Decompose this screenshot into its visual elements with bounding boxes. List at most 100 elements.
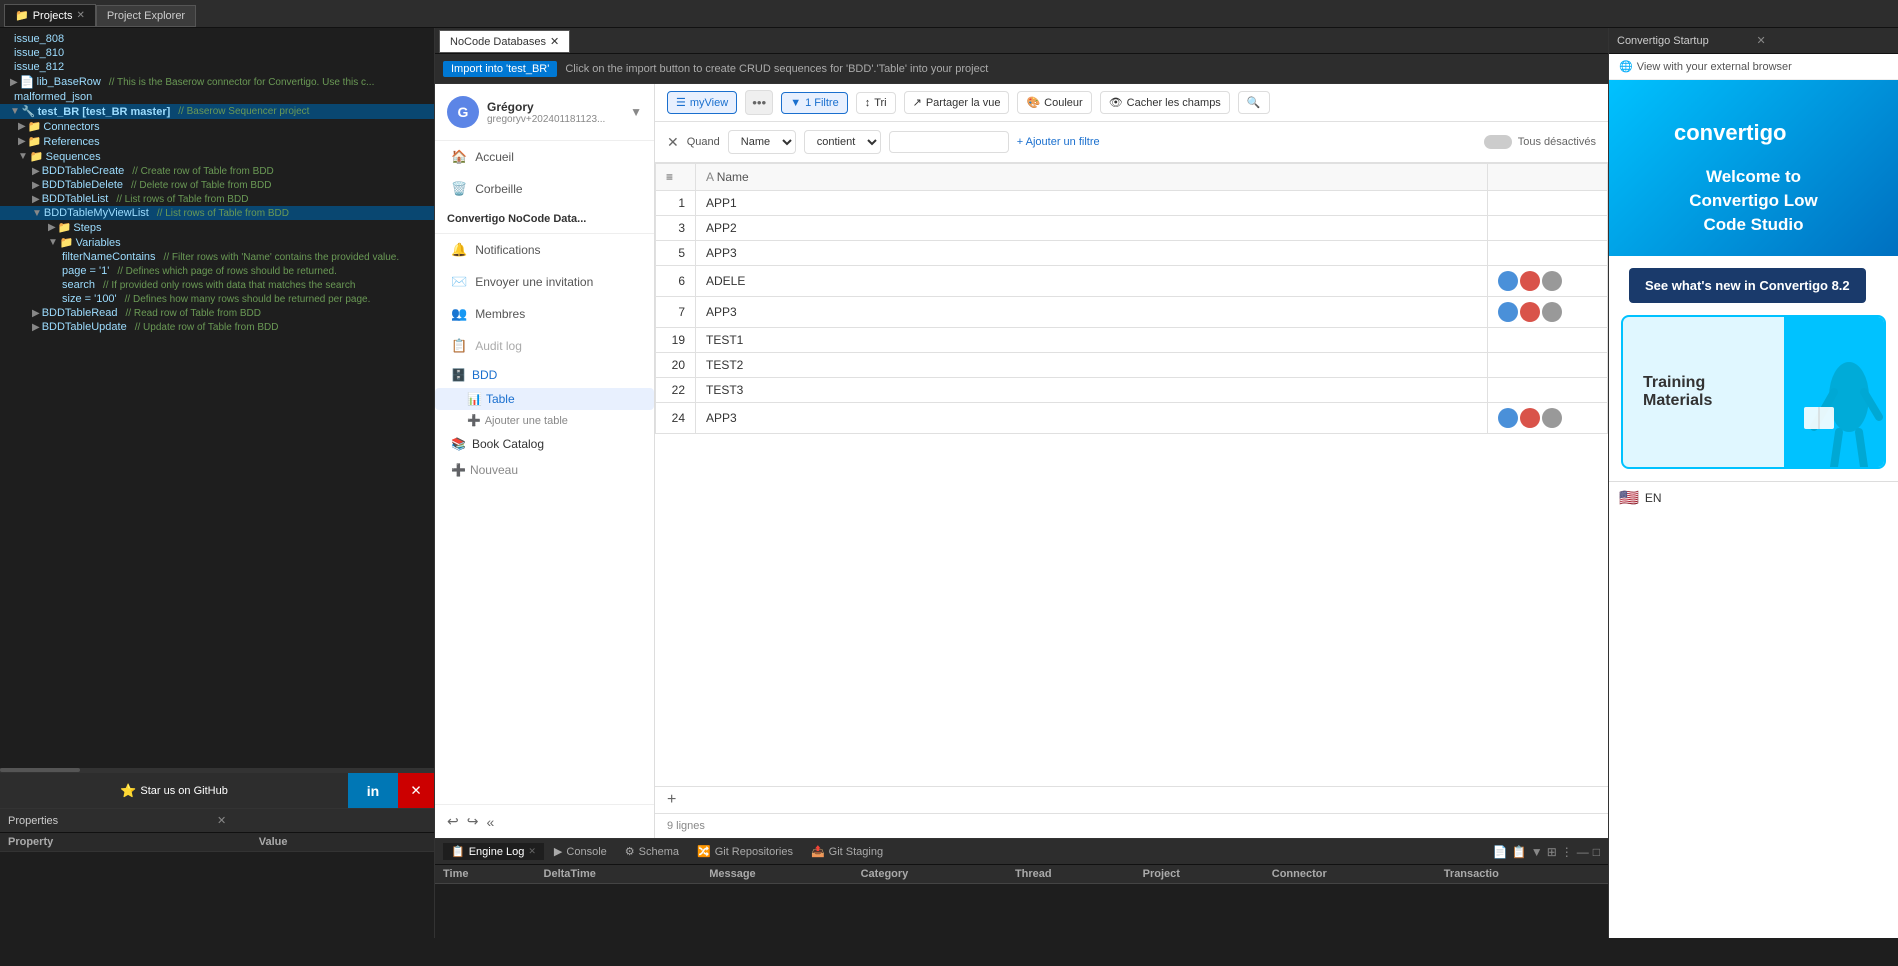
table-row[interactable]: 20TEST2 <box>656 353 1608 378</box>
training-section[interactable]: Training Materials <box>1621 315 1886 469</box>
tree-item-sequences[interactable]: ▼ 📁 Sequences <box>0 149 434 164</box>
tree-item-bdddelete[interactable]: ▶ BDDTableDelete // Delete row of Table … <box>0 178 434 192</box>
project-tree: issue_808 issue_810 issue_812 ▶ 📄 lib_Ba… <box>0 28 434 768</box>
book-catalog-item[interactable]: 📚 Book Catalog <box>435 431 654 457</box>
add-row-button[interactable]: + <box>667 791 676 808</box>
var-filter-label: filterNameContains <box>62 251 156 263</box>
nocode-tab-close[interactable]: ✕ <box>550 35 559 48</box>
tree-item-bddmyviewlist[interactable]: ▼ BDDTableMyViewList // List rows of Tab… <box>0 206 434 220</box>
tab-explorer[interactable]: Project Explorer <box>96 5 196 27</box>
tree-item-variables[interactable]: ▼ 📁 Variables <box>0 235 434 250</box>
tree-item-bddcreate[interactable]: ▶ BDDTableCreate // Create row of Table … <box>0 164 434 178</box>
table-row[interactable]: 1APP1 <box>656 191 1608 216</box>
nouveau-button[interactable]: ➕ Nouveau <box>435 457 654 483</box>
tree-item-search[interactable]: search // If provided only rows with dat… <box>0 278 434 292</box>
col-header-name[interactable]: A Name <box>696 164 1488 191</box>
undo-button[interactable]: ↩ <box>447 813 459 830</box>
tree-item-size[interactable]: size = '100' // Defines how many rows sh… <box>0 292 434 306</box>
toggle-switch[interactable] <box>1484 135 1512 149</box>
tab-git-repos[interactable]: 🔀 Git Repositories <box>689 843 801 860</box>
prop-col-value: Value <box>251 833 434 852</box>
new-file-button[interactable]: 📄 <box>1493 845 1508 859</box>
tree-item-page[interactable]: page = '1' // Defines which page of rows… <box>0 264 434 278</box>
tree-item-issue808[interactable]: issue_808 <box>0 32 434 46</box>
tree-item-references[interactable]: ▶ 📁 References <box>0 134 434 149</box>
tab-git-staging[interactable]: 📤 Git Staging <box>803 843 891 860</box>
engine-log-close[interactable]: ✕ <box>528 846 536 857</box>
filter-condition-select[interactable]: contient <box>804 130 881 154</box>
nocode-tab-label: NoCode Databases <box>450 36 546 48</box>
console-label: Console <box>566 846 606 858</box>
more-options-button[interactable]: ••• <box>745 90 773 115</box>
tree-item-lib-baserow[interactable]: ▶ 📄 lib_BaseRow // This is the Baserow c… <box>0 74 434 90</box>
minimize-button[interactable]: — <box>1577 845 1589 859</box>
table-row[interactable]: 6ADELE <box>656 266 1608 297</box>
table-row[interactable]: 22TEST3 <box>656 378 1608 403</box>
tree-item-bddread[interactable]: ▶ BDDTableRead // Read row of Table from… <box>0 306 434 320</box>
properties-close[interactable]: ✕ <box>217 814 426 827</box>
close-filter-icon[interactable]: ✕ <box>667 134 679 151</box>
more-button[interactable]: ⋮ <box>1561 845 1573 859</box>
filter-button[interactable]: ▼ 1 Filtre <box>781 92 848 114</box>
copy-button[interactable]: 📋 <box>1512 845 1527 859</box>
db-bdd[interactable]: 🗄️ BDD <box>435 362 654 388</box>
convertigo-close[interactable]: ✕ <box>1757 34 1891 47</box>
add-table-button[interactable]: ➕ Ajouter une table <box>435 410 654 431</box>
filter-field-select[interactable]: Name <box>728 130 796 154</box>
linkedin-button[interactable]: in <box>348 773 398 808</box>
tree-item-issue812[interactable]: issue_812 <box>0 60 434 74</box>
view-external-label: View with your external browser <box>1637 61 1792 73</box>
git-staging-icon: 📤 <box>811 845 825 858</box>
close-left-panel-button[interactable]: ✕ <box>398 773 434 808</box>
partager-button[interactable]: ↗ Partager la vue <box>904 91 1010 114</box>
table-row[interactable]: 24APP3 <box>656 403 1608 434</box>
table-item-table[interactable]: 📊 Table <box>435 388 654 410</box>
menu-invite[interactable]: ✉️ Envoyer une invitation <box>435 266 654 298</box>
redo-button[interactable]: ↪ <box>467 813 479 830</box>
table-row[interactable]: 19TEST1 <box>656 328 1608 353</box>
table-row[interactable]: 7APP3 <box>656 297 1608 328</box>
tab-console[interactable]: ▶ Console <box>546 843 615 860</box>
tree-item-malformed[interactable]: malformed_json <box>0 90 434 104</box>
tri-button[interactable]: ↕ Tri <box>856 92 896 114</box>
tab-nocode-databases[interactable]: NoCode Databases ✕ <box>439 30 570 53</box>
tree-item-filterNameContains[interactable]: filterNameContains // Filter rows with '… <box>0 250 434 264</box>
disable-all-toggle[interactable]: Tous désactivés <box>1484 135 1596 149</box>
menu-accueil[interactable]: 🏠 Accueil <box>435 141 654 173</box>
layout-button[interactable]: ⊞ <box>1547 845 1557 859</box>
menu-audit: 📋 Audit log <box>435 330 654 362</box>
maximize-button[interactable]: □ <box>1593 845 1600 859</box>
filter-label: 1 Filtre <box>805 97 839 109</box>
tree-item-bddupdate[interactable]: ▶ BDDTableUpdate // Update row of Table … <box>0 320 434 334</box>
table-row[interactable]: 3APP2 <box>656 216 1608 241</box>
menu-notifications[interactable]: 🔔 Notifications <box>435 234 654 266</box>
tab-projects-close[interactable]: ✕ <box>76 10 84 21</box>
flag-icon: 🇺🇸 <box>1619 488 1639 508</box>
tree-item-project[interactable]: ▼ 🔧 test_BR [test_BR master] // Baserow … <box>0 104 434 119</box>
github-button[interactable]: ⭐ Star us on GitHub <box>0 773 348 808</box>
filter-value-input[interactable] <box>889 131 1009 153</box>
tab-projects-icon: 📁 <box>15 9 29 22</box>
import-button[interactable]: Import into 'test_BR' <box>443 61 557 77</box>
cacher-button[interactable]: 👁 Cacher les champs <box>1100 91 1230 114</box>
tab-schema[interactable]: ⚙ Schema <box>617 843 687 860</box>
news-button[interactable]: See what's new in Convertigo 8.2 <box>1629 268 1866 303</box>
nocode-user-info: G Grégory gregoryv+202401181123... ▼ <box>435 84 654 141</box>
search-table-button[interactable]: 🔍 <box>1238 91 1270 114</box>
tab-projects[interactable]: 📁 Projects ✕ <box>4 4 96 27</box>
user-dropdown-icon[interactable]: ▼ <box>630 105 642 119</box>
tree-item-steps[interactable]: ▶ 📁 Steps <box>0 220 434 235</box>
tree-item-connectors[interactable]: ▶ 📁 Connectors <box>0 119 434 134</box>
filter-log-button[interactable]: ▼ <box>1531 845 1543 859</box>
menu-corbeille[interactable]: 🗑️ Corbeille <box>435 173 654 205</box>
myview-button[interactable]: ☰ myView <box>667 91 737 114</box>
tree-item-bddlist[interactable]: ▶ BDDTableList // List rows of Table fro… <box>0 192 434 206</box>
collapse-button[interactable]: « <box>486 813 494 830</box>
add-filter-button[interactable]: + Ajouter un filtre <box>1017 136 1100 148</box>
tab-engine-log[interactable]: 📋 Engine Log ✕ <box>443 843 544 860</box>
var-filter-comment: // Filter rows with 'Name' contains the … <box>164 252 400 263</box>
table-row[interactable]: 5APP3 <box>656 241 1608 266</box>
menu-membres[interactable]: 👥 Membres <box>435 298 654 330</box>
tree-item-issue810[interactable]: issue_810 <box>0 46 434 60</box>
couleur-button[interactable]: 🎨 Couleur <box>1017 91 1091 114</box>
